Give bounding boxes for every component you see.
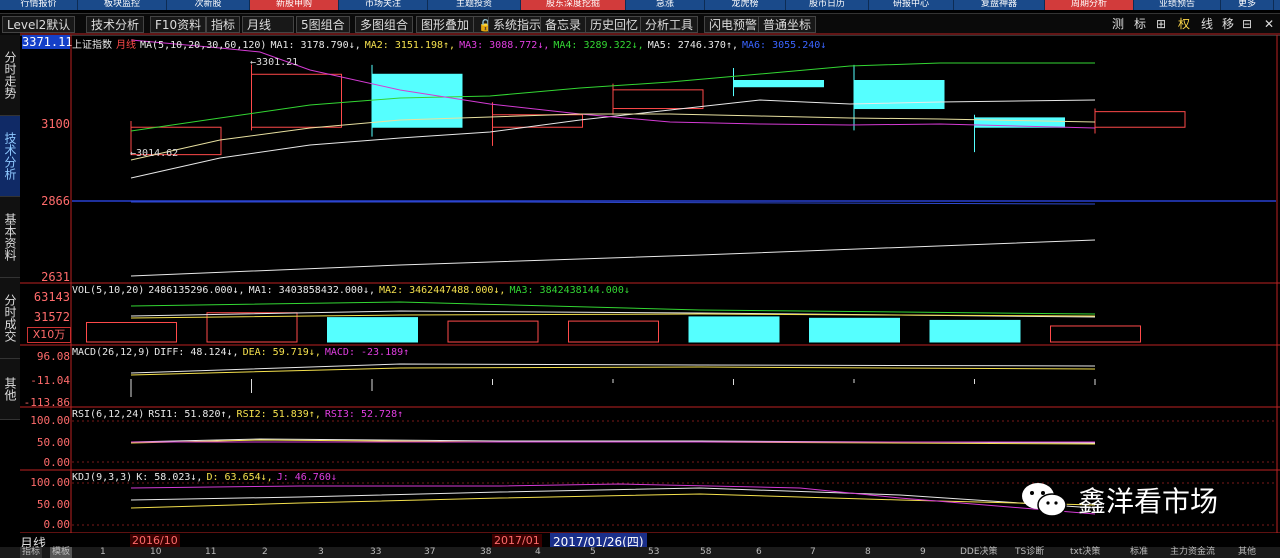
volume-bar [327,317,418,343]
macd-header: MACD(26,12,9) DIFF: 48.124↓, DEA: 59.719↓,… [72,347,410,358]
bottom-tab[interactable]: 4 [535,547,541,558]
wechat-icon [1022,483,1067,517]
bottom-tab[interactable]: 10 [150,547,161,558]
bottom-tab[interactable]: 主力资金流 [1170,547,1215,558]
bottom-tab[interactable]: 5 [590,547,596,558]
main-header: 上证指数 月线 MA(5,10,20,30,60,120) MA1: 3178.790… [72,40,827,51]
bottom-tab[interactable]: 7 [810,547,816,558]
volume-bar [86,321,177,343]
bottom-tab[interactable]: 37 [424,547,435,558]
bottom-tab[interactable]: 6 [756,547,762,558]
watermark: 鑫洋看市场 [1018,480,1218,520]
bottom-tab[interactable]: txt决策 [1070,547,1100,558]
date-label: 2016/10 [130,534,180,547]
vol-header: VOL(5,10,20) 2486135296.000↓, MA1: 3403858… [72,285,630,296]
volume-bar [568,320,659,343]
kdj-k-line [130,487,1096,509]
volume-bar [688,316,780,343]
bottom-tab[interactable]: 3 [318,547,324,558]
bottom-tab[interactable]: 8 [865,547,871,558]
kdj-d-line [130,493,1096,509]
date-label: 2017/01 [492,534,542,547]
low-annotation: ←3014.62 [130,148,178,159]
candle-body [853,80,945,110]
bottom-tab[interactable]: 2 [262,547,268,558]
candle-body [612,89,704,110]
volume-bar [809,317,900,343]
volume-bar [447,320,539,343]
bottom-tab[interactable]: 其他 [1238,547,1256,558]
bottom-tab[interactable]: 9 [920,547,926,558]
candle-body [1094,111,1186,128]
candle-body [251,73,342,128]
candle-body [733,80,824,88]
bottom-tab[interactable]: 33 [370,547,381,558]
ma-line-blue [131,201,1096,205]
bottom-tab[interactable]: 53 [648,547,659,558]
watermark-text: 鑫洋看市场 [1078,485,1219,518]
bottom-tab[interactable]: 38 [480,547,491,558]
volume-bar [1050,325,1141,343]
bottom-tabs: 指标 模板 1 10 11 2 3 33 37 38 4 5 53 58 6 7 8 9 DDE决策 TS诊断 txt决… [0,547,1280,558]
date-axis: 月线 2016/10 2017/01 2017/01/26(四) [0,533,1280,552]
bottom-tab[interactable]: 标准 [1130,547,1148,558]
bottom-tab[interactable]: DDE决策 [960,547,998,558]
bottom-tab[interactable]: 模板 [50,547,73,558]
volume-bar [929,319,1021,343]
bottom-tab[interactable]: TS诊断 [1015,547,1044,558]
high-annotation: ←3301.21 [250,57,298,68]
ma-line-long [130,239,1096,277]
kdj-header: KDJ(9,3,3) K: 58.023↓, D: 63.654↓, J: 46.76… [72,472,337,483]
kdj-j-line [130,483,1096,515]
bottom-tab[interactable]: 1 [100,547,106,558]
bottom-tab[interactable]: 11 [205,547,216,558]
rsi-header: RSI(6,12,24) RSI1: 51.820↑, RSI2: 51.839↑,… [72,409,404,420]
bottom-tab[interactable]: 58 [700,547,711,558]
bottom-tab[interactable]: 指标 [20,547,43,558]
